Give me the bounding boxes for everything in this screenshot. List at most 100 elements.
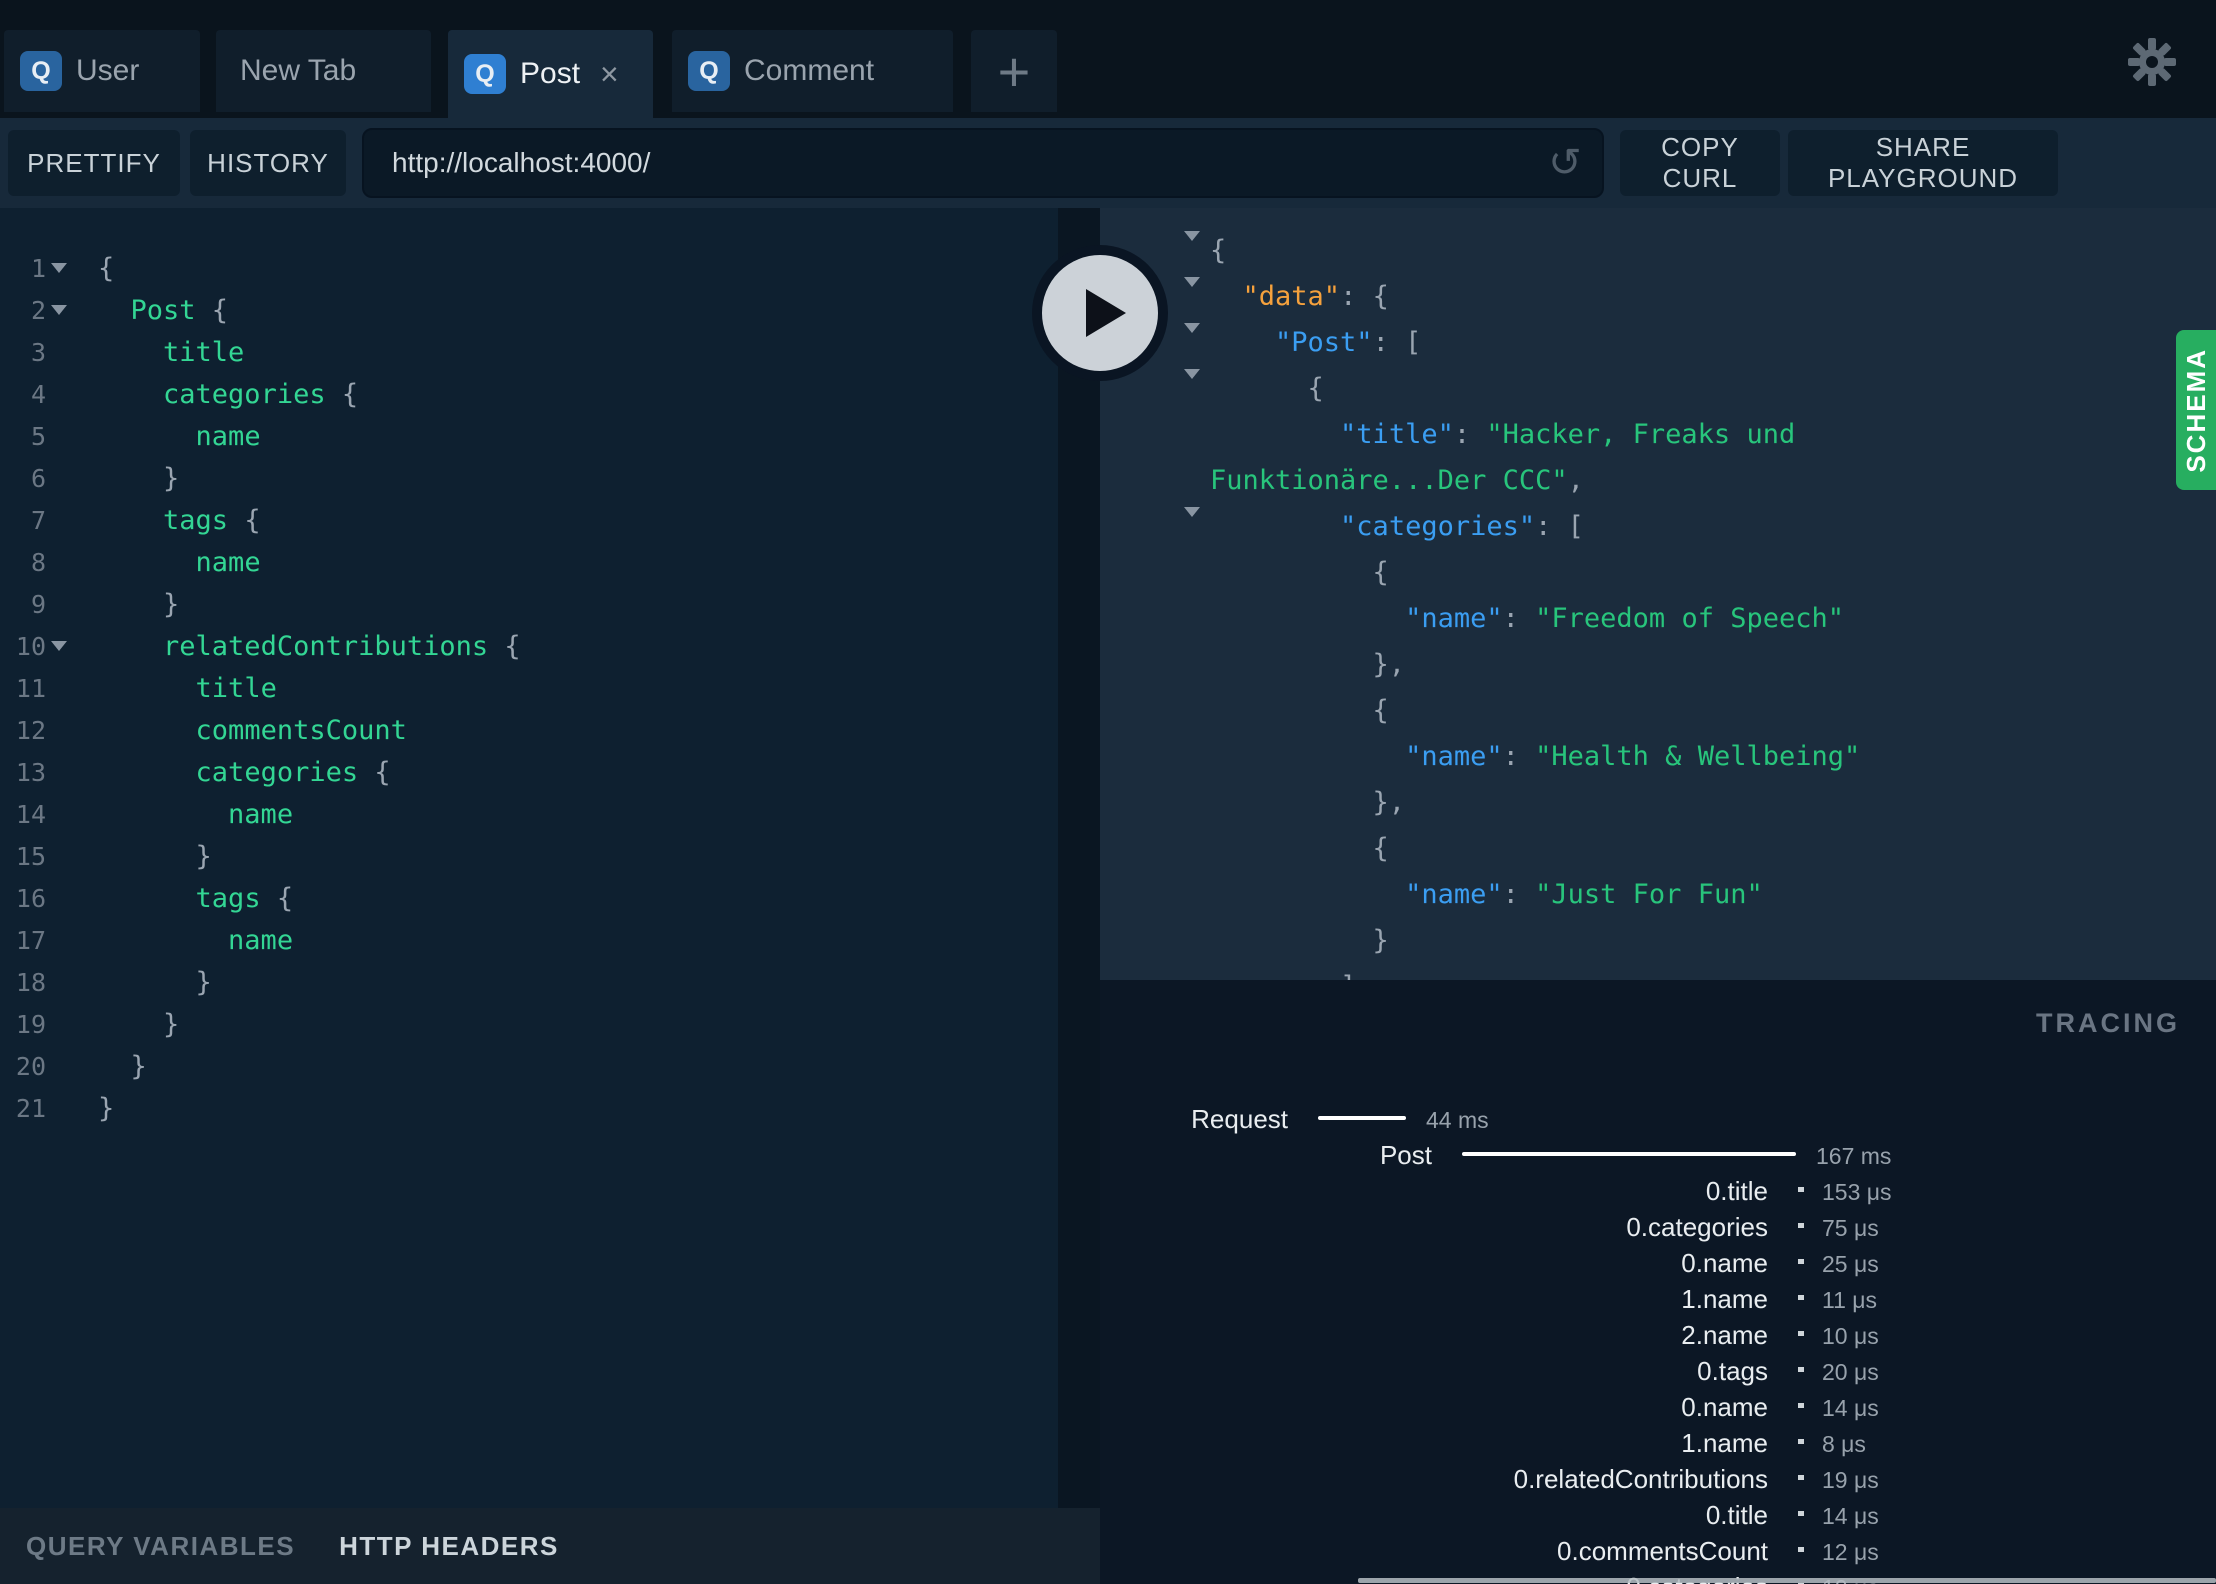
timing-tick (1798, 1367, 1804, 1372)
tracing-label: 0.categories (1626, 1212, 1768, 1242)
tracing-row: 0.title 153 μs (1100, 1172, 2216, 1208)
line-number: 11 (15, 673, 46, 703)
timing-tick (1798, 1511, 1804, 1516)
line-number: 2 (30, 295, 46, 325)
token: title (163, 336, 245, 368)
response-line: "name": "Just For Fun" (1100, 871, 2216, 917)
line-number: 6 (30, 463, 46, 493)
history-button[interactable]: HISTORY (190, 130, 346, 196)
token: } (98, 1050, 147, 1082)
token: : (1502, 602, 1536, 634)
token: name (228, 798, 294, 830)
new-tab-button[interactable]: + (971, 30, 1057, 112)
line-number: 9 (30, 589, 46, 619)
reload-icon: ↺ (1548, 141, 1582, 185)
fold-arrow-icon[interactable] (51, 641, 67, 651)
http-headers-tab[interactable]: HTTP HEADERS (339, 1531, 559, 1562)
tracing-row: 2.name 10 μs (1100, 1316, 2216, 1352)
token: relatedContributions (163, 630, 489, 662)
fold-column (46, 263, 72, 273)
tracing-row: Post 167 ms (1100, 1136, 2216, 1172)
query-variables-tab[interactable]: QUERY VARIABLES (26, 1531, 295, 1562)
endpoint-url-input[interactable] (362, 128, 1604, 198)
token: "Hacker, Freaks und (1486, 418, 1796, 450)
response-line: { (1100, 687, 2216, 733)
response-code: }, (1210, 787, 1406, 818)
query-code: } (98, 1009, 179, 1040)
tracing-row: 0.title 14 μs (1100, 1496, 2216, 1532)
line-number: 14 (15, 799, 46, 829)
response-line: "title": "Hacker, Freaks und (1100, 411, 2216, 457)
token: { (325, 378, 359, 410)
query-line: 11 title (0, 667, 1058, 709)
timing-tick (1798, 1223, 1804, 1228)
line-number: 13 (15, 757, 46, 787)
response-line: "data": { (1100, 273, 2216, 319)
tracing-row: 1.name 8 μs (1100, 1424, 2216, 1460)
fold-column (1184, 507, 1200, 548)
share-playground-button[interactable]: SHARE PLAYGROUND (1788, 130, 2058, 196)
fold-column (46, 305, 72, 315)
line-number: 19 (15, 1009, 46, 1039)
settings-button[interactable] (2126, 36, 2178, 88)
schema-tab[interactable]: SCHEMA (2176, 330, 2216, 490)
query-badge: Q (688, 51, 730, 91)
tracing-label: Request (1191, 1104, 1288, 1134)
copy-curl-button[interactable]: COPY CURL (1620, 130, 1780, 196)
query-line: 15 } (0, 835, 1058, 877)
query-line: 14 name (0, 793, 1058, 835)
close-tab-icon[interactable]: × (600, 58, 619, 90)
token: } (1210, 924, 1389, 956)
tracing-time: 8 μs (1822, 1431, 1866, 1457)
fold-arrow-icon[interactable] (1184, 231, 1200, 271)
query-code: Post { (98, 295, 229, 326)
token: categories (163, 378, 326, 410)
query-code: categories { (98, 757, 391, 788)
tab-new-tab[interactable]: New Tab (216, 30, 431, 112)
token: } (98, 966, 212, 998)
query-badge: Q (464, 54, 506, 94)
pane-divider[interactable] (1058, 208, 1100, 1508)
tab-user[interactable]: Q User (4, 30, 200, 112)
token: "Freedom of Speech" (1535, 602, 1844, 634)
execute-query-button[interactable] (1032, 245, 1168, 381)
query-line: 5 name (0, 415, 1058, 457)
timing-tick (1798, 1331, 1804, 1336)
line-number: 3 (30, 337, 46, 367)
fold-arrow-icon[interactable] (1184, 323, 1200, 363)
query-line: 8 name (0, 541, 1058, 583)
tab-comment[interactable]: Q Comment (672, 30, 953, 112)
query-code: } (98, 967, 212, 998)
prettify-button[interactable]: PRETTIFY (8, 130, 180, 196)
reload-endpoint-button[interactable]: ↺ (1544, 142, 1586, 184)
fold-column (46, 641, 72, 651)
fold-arrow-icon[interactable] (51, 263, 67, 273)
fold-arrow-icon[interactable] (1184, 507, 1200, 547)
line-number: 15 (15, 841, 46, 871)
fold-arrow-icon[interactable] (1184, 277, 1200, 317)
fold-arrow-icon[interactable] (51, 305, 67, 315)
fold-arrow-icon[interactable] (1184, 369, 1200, 409)
tracing-row: 0.name 14 μs (1100, 1388, 2216, 1424)
tracing-label: 0.commentsCount (1557, 1536, 1768, 1566)
response-line: "categories": [ (1100, 503, 2216, 549)
response-line: Funktionäre...Der CCC", (1100, 457, 2216, 503)
query-editor[interactable]: 1{2 Post {3 title 4 categories {5 name 6 }… (0, 208, 1058, 1508)
fold-column (1184, 323, 1200, 364)
response-line: { (1100, 365, 2216, 411)
token: { (488, 630, 521, 662)
tracing-time: 10 μs (1822, 1323, 1879, 1349)
tracing-row: 0.relatedContributions 19 μs (1100, 1460, 2216, 1496)
query-line: 19 } (0, 1003, 1058, 1045)
gear-icon (2128, 38, 2176, 86)
tracing-time: 14 μs (1822, 1395, 1879, 1421)
horizontal-scrollbar[interactable] (1358, 1578, 2216, 1583)
tab-post[interactable]: Q Post × (448, 30, 653, 118)
